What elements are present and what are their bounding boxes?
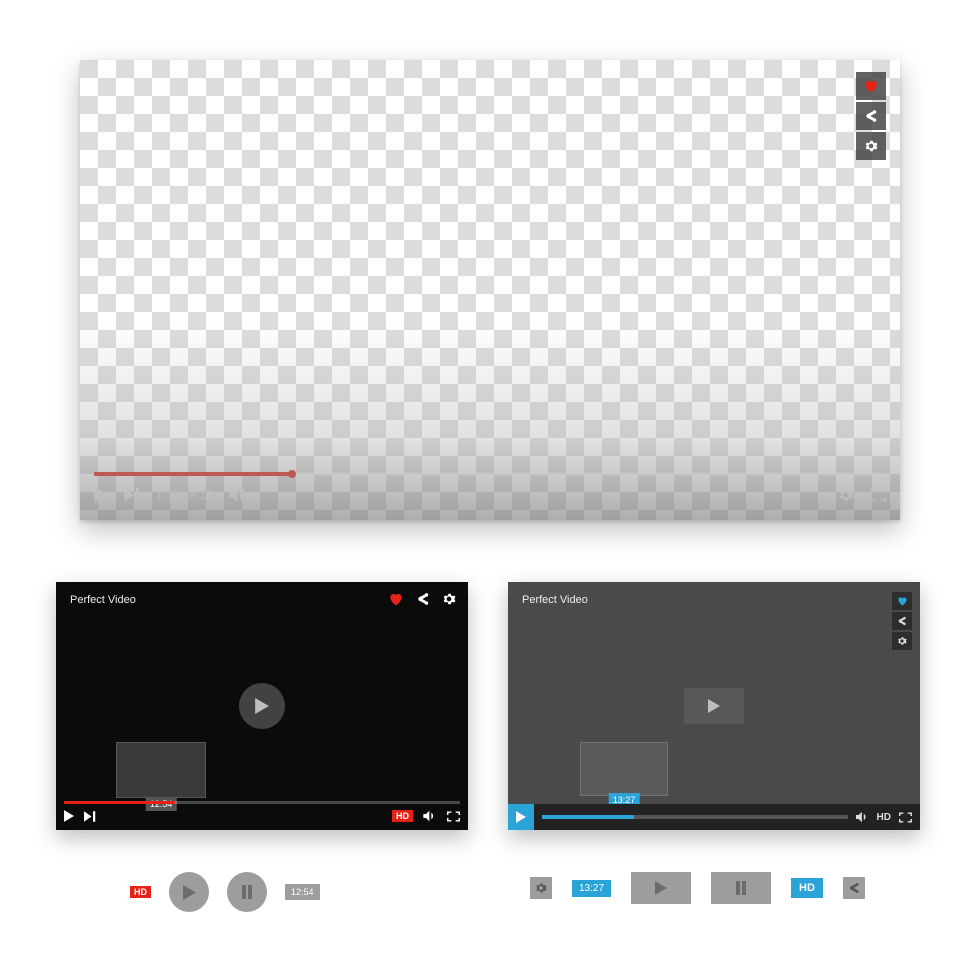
player2-controls: HD	[64, 806, 460, 826]
controls-set-red: HD 12:54	[130, 872, 320, 912]
progress-track[interactable]	[94, 472, 886, 476]
video-title: Perfect Video	[522, 594, 588, 606]
play-button[interactable]	[94, 487, 108, 503]
settings-button[interactable]	[442, 592, 456, 606]
progress-track[interactable]	[542, 815, 848, 819]
controls-set-blue: 13:27 HD	[530, 872, 865, 904]
video-player-dark: Perfect Video 12:54 HD	[56, 582, 468, 830]
fullscreen-button[interactable]	[899, 812, 912, 823]
hd-badge[interactable]: HD	[392, 810, 413, 822]
like-button[interactable]	[892, 592, 912, 610]
progress-track[interactable]	[64, 801, 460, 804]
settings-button[interactable]	[892, 632, 912, 650]
share-button[interactable]	[843, 877, 865, 899]
play-button[interactable]	[508, 804, 534, 830]
center-play-button[interactable]	[684, 688, 744, 724]
hd-badge[interactable]: HD	[130, 886, 151, 898]
play-button[interactable]	[631, 872, 691, 904]
player2-top-actions	[388, 592, 456, 606]
volume-button[interactable]	[856, 811, 869, 823]
fullscreen-button[interactable]	[447, 811, 460, 822]
share-button[interactable]	[892, 612, 912, 630]
video-title: Perfect Video	[70, 594, 136, 606]
share-icon	[864, 109, 878, 123]
center-play-button[interactable]	[239, 683, 285, 729]
fullscreen-button[interactable]	[870, 488, 886, 502]
progress-fill	[94, 472, 292, 476]
player3-side-actions	[892, 592, 912, 650]
hd-badge[interactable]: HD	[877, 812, 891, 823]
seek-preview-thumbnail: 13:27	[580, 742, 668, 796]
settings-button[interactable]	[530, 877, 552, 899]
time-badge: 12:54	[285, 884, 320, 900]
settings-button[interactable]	[838, 487, 854, 503]
like-button[interactable]	[388, 592, 404, 606]
share-button[interactable]	[416, 592, 430, 606]
next-button[interactable]	[124, 488, 140, 502]
progress-fill	[64, 801, 175, 804]
settings-button[interactable]	[856, 132, 886, 160]
time-display: 1:35 / 8:12	[156, 488, 213, 502]
like-button[interactable]	[856, 72, 886, 100]
gear-icon	[864, 139, 878, 153]
player1-controls: 1:35 / 8:12	[94, 480, 886, 510]
time-badge: 13:27	[572, 880, 611, 897]
volume-button[interactable]	[423, 810, 437, 822]
share-button[interactable]	[856, 102, 886, 130]
play-button[interactable]	[169, 872, 209, 912]
next-button[interactable]	[84, 811, 96, 822]
progress-fill	[542, 815, 634, 819]
pause-button[interactable]	[227, 872, 267, 912]
hd-badge[interactable]: HD	[791, 878, 823, 898]
player3-controls: HD	[508, 804, 920, 830]
video-player-grey: Perfect Video 13:27 HD	[508, 582, 920, 830]
play-button[interactable]	[64, 810, 74, 822]
video-player-large: 1:35 / 8:12	[80, 60, 900, 520]
player1-side-actions	[856, 72, 886, 160]
seek-preview-thumbnail: 12:54	[116, 742, 206, 798]
pause-button[interactable]	[711, 872, 771, 904]
volume-button[interactable]	[229, 487, 247, 503]
heart-icon	[863, 79, 879, 93]
